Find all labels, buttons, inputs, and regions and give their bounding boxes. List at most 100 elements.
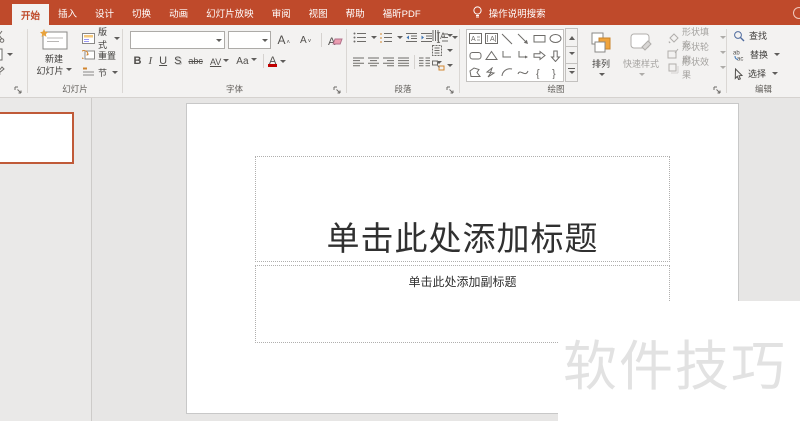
shape-scribble-icon[interactable] <box>483 64 499 81</box>
section-button[interactable]: 节 <box>80 64 122 80</box>
justify-button[interactable] <box>398 57 410 68</box>
tab-review[interactable]: 审阅 <box>263 0 300 25</box>
underline-button[interactable]: U <box>156 55 171 67</box>
lightbulb-icon <box>472 6 483 19</box>
gallery-more-button[interactable] <box>565 63 578 82</box>
new-slide-button[interactable]: 新建 幻灯片 <box>32 29 76 87</box>
find-icon <box>733 30 745 42</box>
shape-arc-icon[interactable] <box>499 64 515 81</box>
tab-view[interactable]: 视图 <box>300 0 337 25</box>
strikethrough-button[interactable]: abc <box>185 56 207 66</box>
slides-group-label: 幻灯片 <box>28 83 122 95</box>
shape-freeform-icon[interactable] <box>467 64 483 81</box>
decrease-indent-button[interactable] <box>405 32 418 43</box>
svg-text:A: A <box>490 36 495 43</box>
clipboard-dialog-launcher[interactable] <box>14 86 22 94</box>
bullets-button[interactable] <box>353 32 367 43</box>
shape-fill-icon <box>667 32 679 44</box>
shape-rectangle-icon[interactable] <box>531 30 547 47</box>
tab-insert[interactable]: 插入 <box>49 0 86 25</box>
italic-button[interactable]: I <box>145 55 156 67</box>
shape-rounded-rectangle-icon[interactable] <box>467 47 483 64</box>
font-size-combobox[interactable] <box>228 31 271 49</box>
drawing-dialog-launcher[interactable] <box>713 86 721 94</box>
subtitle-placeholder-text: 单击此处添加副标题 <box>408 266 516 290</box>
tell-me-label: 操作说明搜索 <box>489 6 546 20</box>
align-center-button[interactable] <box>368 57 380 68</box>
layout-button[interactable]: 版式 <box>80 30 122 46</box>
powerpoint-window: 开始 插入 设计 切换 动画 幻灯片放映 审阅 视图 帮助 福昕PDF 操作说明… <box>0 0 800 421</box>
shape-textbox-icon[interactable]: A <box>467 30 483 47</box>
shape-arrow-icon[interactable] <box>515 30 531 47</box>
align-left-button[interactable] <box>353 57 365 68</box>
character-spacing-button[interactable]: AV <box>206 56 232 67</box>
tab-transitions[interactable]: 切换 <box>123 0 160 25</box>
tab-help[interactable]: 帮助 <box>337 0 374 25</box>
title-placeholder[interactable]: 单击此处添加标题 <box>255 156 670 262</box>
font-dialog-launcher[interactable] <box>333 86 341 94</box>
paragraph-dialog-launcher[interactable] <box>446 86 454 94</box>
tab-foxit-pdf[interactable]: 福昕PDF <box>374 0 430 25</box>
quick-styles-icon <box>628 31 654 55</box>
shape-right-brace-icon[interactable]: } <box>547 64 563 81</box>
svg-text:A: A <box>440 31 445 41</box>
shape-curve-icon[interactable] <box>515 64 531 81</box>
numbering-button[interactable] <box>379 32 393 43</box>
quick-styles-button[interactable]: 快速样式 <box>620 31 662 79</box>
shape-elbow-connector-icon[interactable] <box>499 47 515 64</box>
partial-account-icon[interactable] <box>793 7 800 19</box>
replace-button[interactable]: abac 替换 <box>733 47 800 62</box>
gallery-scroll-down-button[interactable] <box>565 46 578 65</box>
slide-thumbnail-1[interactable] <box>0 112 74 164</box>
shape-oval-icon[interactable] <box>547 30 563 47</box>
tab-slideshow[interactable]: 幻灯片放映 <box>197 0 263 25</box>
font-name-combobox[interactable] <box>130 31 225 49</box>
reset-button[interactable]: 重置 <box>80 47 122 63</box>
shape-down-arrow-icon[interactable] <box>547 47 563 64</box>
arrange-button[interactable]: 排列 <box>584 31 618 79</box>
font-color-button[interactable]: A <box>267 55 278 67</box>
convert-to-smartart-button[interactable] <box>432 60 453 71</box>
editing-group-label: 编辑 <box>727 83 800 95</box>
select-icon <box>733 68 744 80</box>
shape-triangle-icon[interactable] <box>483 47 499 64</box>
tell-me-search[interactable]: 操作说明搜索 <box>472 0 546 25</box>
find-button[interactable]: 查找 <box>733 28 800 43</box>
align-text-button[interactable] <box>432 45 453 56</box>
watermark-overlay: 软件技巧 <box>558 301 800 421</box>
arrange-icon <box>589 31 613 55</box>
svg-text:A: A <box>471 36 476 43</box>
text-direction-button[interactable]: A <box>432 30 453 41</box>
title-placeholder-text: 单击此处添加标题 <box>327 220 599 261</box>
reset-icon <box>82 49 95 61</box>
cut-icon[interactable] <box>0 30 6 43</box>
shape-elbow-arrow-connector-icon[interactable] <box>515 47 531 64</box>
change-case-button[interactable]: Aa <box>233 55 260 67</box>
align-right-button[interactable] <box>383 57 395 68</box>
slide-thumbnail-panel[interactable] <box>0 98 92 421</box>
paste-button[interactable] <box>0 47 13 61</box>
replace-icon: abac <box>733 49 746 61</box>
decrease-font-size-button[interactable]: A˅ <box>297 35 315 46</box>
select-button[interactable]: 选择 <box>733 66 800 81</box>
tab-design[interactable]: 设计 <box>86 0 123 25</box>
text-shadow-button[interactable]: S <box>171 55 185 67</box>
format-painter-icon[interactable] <box>0 65 5 78</box>
tab-animations[interactable]: 动画 <box>160 0 197 25</box>
shape-line-icon[interactable] <box>499 30 515 47</box>
shape-vertical-textbox-icon[interactable]: A <box>483 30 499 47</box>
shape-right-arrow-icon[interactable] <box>531 47 547 64</box>
bold-button[interactable]: B <box>130 55 145 67</box>
svg-text:ac: ac <box>737 56 743 61</box>
shape-effects-button[interactable]: 形状效果 <box>667 60 726 75</box>
clear-formatting-button[interactable]: A <box>328 34 343 47</box>
gallery-scroll-up-button[interactable] <box>565 28 578 47</box>
columns-button[interactable] <box>419 57 431 68</box>
shape-left-brace-icon[interactable]: { <box>531 64 547 81</box>
svg-text:{: { <box>536 68 540 79</box>
tab-home[interactable]: 开始 <box>12 4 49 25</box>
workspace: 单击此处添加标题 单击此处添加副标题 软件技巧 <box>0 98 800 421</box>
increase-font-size-button[interactable]: A˄ <box>274 33 294 47</box>
new-slide-label-1: 新建 <box>45 54 63 64</box>
font-group: A˄ A˅ A B I U S abc AV Aa A 字体 <box>123 25 346 97</box>
